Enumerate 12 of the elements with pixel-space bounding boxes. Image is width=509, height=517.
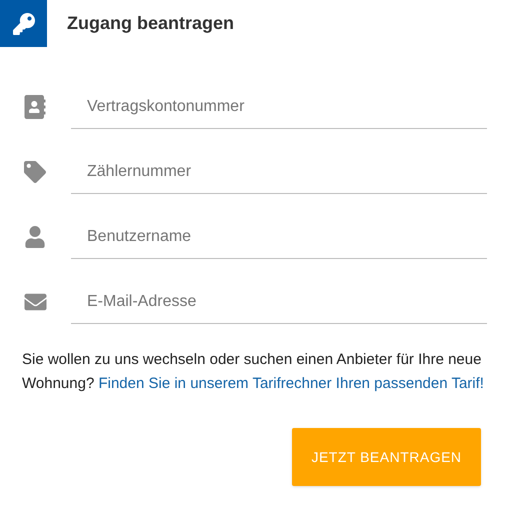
key-icon	[12, 12, 34, 34]
contact-book-icon	[24, 95, 46, 119]
tag-icon	[24, 161, 46, 183]
input-field[interactable]: Benutzername	[71, 215, 487, 259]
user-icon	[25, 226, 45, 248]
tariff-link[interactable]: Finden Sie in unserem Tarifrechner Ihren passenden Tarif!	[98, 375, 484, 392]
input-field[interactable]: Vertragskontonummer	[71, 85, 487, 129]
input-field[interactable]: E-Mail-Adresse	[71, 280, 487, 324]
envelope-icon	[22, 291, 48, 313]
form-title: Zugang beantragen	[67, 12, 234, 35]
input-field[interactable]: Zählernummer	[71, 150, 487, 194]
info-text: Sie wollen zu uns wechseln oder suchen einen Anbieter für Ihre neue Wohnung? Finden Sie in unserem Tarifrechner Ihren passenden Tarif!	[22, 350, 485, 394]
